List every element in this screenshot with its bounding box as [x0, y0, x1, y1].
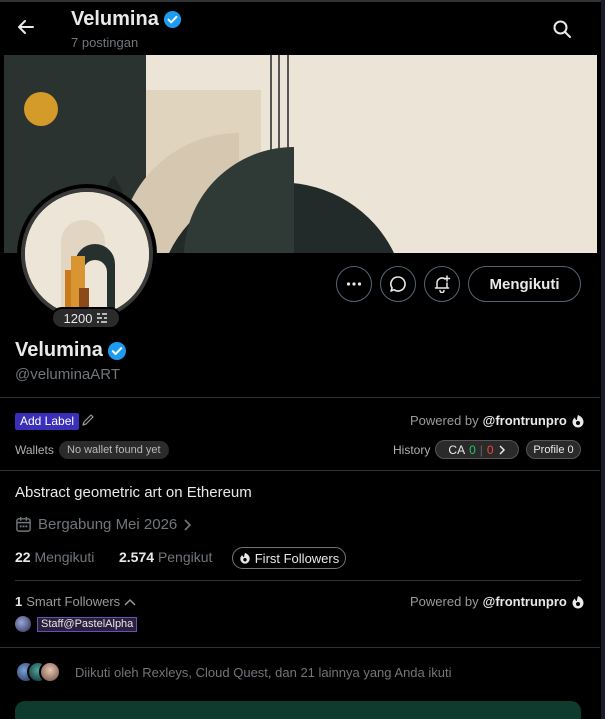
profile-bio: Abstract geometric art on Ethereum [15, 484, 252, 501]
message-button[interactable] [380, 266, 416, 302]
following-label: Mengikuti [34, 549, 95, 565]
smart-follower-avatar[interactable] [15, 616, 31, 632]
avatar-artwork [25, 192, 149, 316]
more-icon [346, 282, 362, 286]
frontrun-logo-icon [572, 414, 584, 427]
divider [0, 647, 600, 648]
powered-by-frontrun: Powered by @frontrunpro [410, 413, 585, 428]
powered-by-label: Powered by [410, 413, 479, 428]
smart-followers-label: Smart Followers [26, 594, 121, 609]
search-icon [553, 20, 571, 38]
display-name: Velumina [15, 339, 127, 362]
divider [0, 470, 600, 471]
ca-red-count: 0 [486, 442, 494, 457]
chevron-right-icon [184, 518, 192, 531]
ca-green-count: 0 [469, 442, 476, 457]
history-label: History [393, 443, 431, 457]
frontrun-logo-icon [572, 595, 584, 608]
avatar[interactable] [17, 184, 157, 324]
bell-plus-icon [434, 275, 451, 293]
followers-label: Pengikut [157, 549, 213, 565]
smart-follower-tag[interactable]: Staff@PastelAlpha [37, 617, 138, 632]
followers-count: 2.574 [119, 549, 155, 565]
message-icon [390, 276, 406, 292]
follower-avatar [39, 661, 61, 683]
verified-badge-icon [163, 10, 181, 29]
add-label-button[interactable]: Add Label [15, 413, 80, 430]
first-followers-button[interactable]: First Followers [232, 547, 346, 569]
arrow-left-icon [18, 20, 34, 34]
header-title: Velumina [71, 8, 182, 31]
header-name: Velumina [71, 8, 159, 30]
ca-label: CA [448, 442, 466, 457]
score-value: 1200 [63, 310, 93, 326]
divider [15, 580, 581, 581]
score-badge[interactable]: 1200 [51, 307, 121, 329]
powered-by-label: Powered by [410, 594, 479, 609]
stack-icon [97, 313, 108, 323]
wallets-label: Wallets [15, 443, 54, 457]
display-name-text: Velumina [15, 339, 103, 361]
bottom-action-bar[interactable] [15, 701, 581, 719]
profile-header: Velumina 7 postingan [0, 2, 600, 54]
followers-stat[interactable]: 2.574 Pengikut [119, 549, 212, 565]
followed-by-text[interactable]: Diikuti oleh Rexleys, Cloud Quest, dan 2… [75, 665, 452, 680]
search-button[interactable] [546, 13, 578, 45]
following-count: 22 [15, 549, 31, 565]
more-button[interactable] [336, 266, 372, 302]
following-button[interactable]: Mengikuti [468, 266, 581, 302]
smart-followers-count: 1 [15, 594, 23, 609]
chevron-up-icon [124, 598, 136, 606]
ca-history-pill[interactable]: CA 0 | 0 [435, 440, 519, 459]
join-date[interactable]: Bergabung Mei 2026 [15, 516, 192, 533]
following-stat[interactable]: 22 Mengikuti [15, 549, 94, 565]
no-wallet-badge: No wallet found yet [59, 441, 169, 459]
join-date-text: Bergabung Mei 2026 [38, 516, 178, 533]
separator: | [479, 442, 483, 457]
avatar-image [21, 188, 153, 320]
notify-button[interactable] [424, 266, 460, 302]
divider [0, 397, 600, 398]
user-handle: @veluminaART [15, 366, 120, 383]
smart-followers-toggle[interactable]: 1 Smart Followers [15, 594, 136, 609]
pencil-icon [82, 414, 94, 426]
first-followers-label: First Followers [254, 550, 340, 566]
powered-by-frontrun: Powered by @frontrunpro [410, 594, 585, 609]
profile-history-pill[interactable]: Profile 0 [526, 440, 581, 459]
verified-badge-icon [107, 341, 126, 360]
post-count: 7 postingan [71, 35, 139, 50]
frontrun-brand[interactable]: @frontrunpro [483, 413, 567, 428]
back-button[interactable] [10, 11, 42, 43]
chevron-right-icon [499, 444, 505, 455]
frontrun-logo-icon [240, 552, 250, 564]
edit-label-button[interactable] [81, 413, 95, 429]
followed-by-avatars[interactable] [15, 661, 65, 685]
calendar-icon [16, 516, 31, 532]
frontrun-brand[interactable]: @frontrunpro [483, 594, 567, 609]
scrollbar-track[interactable] [601, 0, 605, 719]
